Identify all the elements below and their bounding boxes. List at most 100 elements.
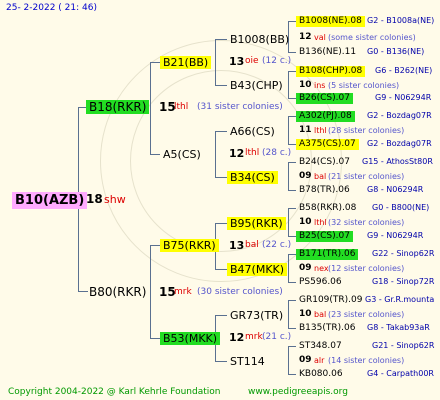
connector-line <box>288 98 296 99</box>
connector-line <box>215 315 227 316</box>
connector-line <box>288 254 289 282</box>
gen4-sisters: (23 sister colonies) <box>328 310 405 319</box>
pedigree-canvas: { "header": {"date": "25- 2-2022 ( 21: 4… <box>0 0 440 400</box>
gen4-mother-ref: G4 - Carpath00R <box>367 369 434 378</box>
connector-line <box>288 144 296 145</box>
gen4-mother-ref: G2 - Bozdag07R <box>367 139 432 148</box>
connector-line <box>288 116 296 117</box>
connector-line <box>288 21 296 22</box>
connector-line <box>288 254 296 255</box>
header-date: 25- 2-2022 ( 21: 46) <box>6 3 97 13</box>
gen3-queen[interactable]: B34(CS) <box>227 171 278 184</box>
connector-line <box>288 208 296 209</box>
gen2-sisters: (21 c.) <box>262 332 292 342</box>
gen4-mother[interactable]: B136(NE).11 <box>296 47 359 58</box>
footer-site[interactable]: www.pedigreeapis.org <box>248 388 348 397</box>
root-queen[interactable]: B10(AZB) <box>12 192 88 209</box>
connector-line <box>150 154 160 155</box>
gen4-mother[interactable]: KB080.06 <box>296 369 346 380</box>
connector-line <box>215 39 216 85</box>
gen2-queen[interactable]: B53(MKK) <box>160 332 221 345</box>
gen4-parent[interactable]: B58(RKR).08 <box>296 203 359 214</box>
gen4-mother[interactable]: PS596.06 <box>296 277 345 288</box>
gen4-count: 11 <box>299 125 312 135</box>
gen4-mother-ref: G8 - N06294R <box>367 185 424 194</box>
gen4-parent-ref: G2 - Bozdag07R <box>367 111 432 120</box>
gen4-parent-ref: G3 - Gr.R.mounta <box>365 295 435 304</box>
connector-line <box>288 374 296 375</box>
gen2-sisters: (22 c.) <box>262 240 292 250</box>
connector-line <box>215 361 227 362</box>
gen4-parent[interactable]: ST348.07 <box>296 341 345 352</box>
gen4-code: ins <box>314 81 326 90</box>
gen4-mother[interactable]: B26(CS).07 <box>296 93 353 104</box>
gen4-count: 12 <box>299 32 312 42</box>
gen4-mother-ref: G0 - B136(NE) <box>367 47 425 56</box>
gen4-count: 09 <box>299 171 312 181</box>
gen4-parent-ref: G21 - Sinop62R <box>372 341 435 350</box>
gen4-parent[interactable]: GR109(TR).09 <box>296 295 366 306</box>
gen4-mother-ref: G8 - Takab93aR <box>367 323 430 332</box>
root-code: shw <box>104 193 126 206</box>
gen3-queen[interactable]: B95(RKR) <box>227 217 286 230</box>
gen3-queen[interactable]: ST114 <box>227 355 268 368</box>
gen2-queen[interactable]: B21(BB) <box>160 56 212 69</box>
gen3-queen[interactable]: GR73(TR) <box>227 309 286 322</box>
gen4-sisters: (12 sister colonies) <box>328 264 405 273</box>
connector-line <box>150 245 160 246</box>
gen4-parent[interactable]: B171(TR).06 <box>296 249 359 260</box>
gen4-parent[interactable]: B108(CHP).08 <box>296 66 366 77</box>
gen1-code: lthl <box>174 102 189 112</box>
connector-line <box>215 223 227 224</box>
gen4-code: bal <box>314 172 327 181</box>
gen3-queen[interactable]: B43(CHP) <box>227 79 286 92</box>
connector-line <box>215 269 227 270</box>
gen4-count: 09 <box>299 355 312 365</box>
connector-line <box>215 131 227 132</box>
gen1-queen[interactable]: B80(RKR) <box>86 285 149 299</box>
gen4-mother[interactable]: B78(TR).06 <box>296 185 353 196</box>
connector-line <box>215 177 227 178</box>
connector-line <box>288 162 289 190</box>
root-count: 18 <box>86 192 103 206</box>
gen4-parent[interactable]: B24(CS).07 <box>296 157 353 168</box>
gen2-count: 13 <box>229 55 245 68</box>
connector-line <box>215 131 216 177</box>
gen4-code: bal <box>314 310 327 319</box>
connector-line <box>288 300 289 328</box>
connector-line <box>288 300 296 301</box>
gen2-code: lthl <box>245 148 260 158</box>
gen4-sisters: (32 sister colonies) <box>328 218 405 227</box>
connector-line <box>288 71 289 99</box>
gen4-parent-ref: G15 - AthosSt80R <box>362 157 433 166</box>
gen4-mother[interactable]: B135(TR).06 <box>296 323 358 334</box>
connector-line <box>288 346 296 347</box>
gen4-code: val <box>314 33 326 42</box>
connector-line <box>288 162 296 163</box>
gen4-parent[interactable]: B1008(NE).08 <box>296 16 365 27</box>
connector-line <box>288 190 296 191</box>
gen3-queen[interactable]: B47(MKK) <box>227 263 288 276</box>
gen4-mother-ref: G9 - N06294R <box>367 231 424 240</box>
gen4-mother[interactable]: A375(CS).07 <box>296 139 359 150</box>
gen2-sisters: (28 c.) <box>262 148 292 158</box>
gen4-code: nex <box>314 264 329 273</box>
gen2-count: 13 <box>229 239 245 252</box>
gen1-queen[interactable]: B18(RKR) <box>86 100 150 114</box>
gen4-parent-ref: G0 - B800(NE) <box>372 203 430 212</box>
gen1-sisters: (30 sister colonies) <box>197 287 283 297</box>
gen4-code: lthl <box>314 218 327 227</box>
gen4-parent[interactable]: A302(PJ).08 <box>296 111 355 122</box>
gen4-mother[interactable]: B25(CS).07 <box>296 231 353 242</box>
gen4-code: alr <box>314 356 325 365</box>
connector-line <box>150 62 151 154</box>
gen4-parent-ref: G22 - Sinop62R <box>372 249 435 258</box>
gen3-queen[interactable]: B1008(BB) <box>227 33 292 46</box>
gen4-parent-ref: G2 - B1008a(NE) <box>367 16 435 25</box>
gen3-queen[interactable]: A66(CS) <box>227 125 278 138</box>
gen4-sisters: (14 sister colonies) <box>328 356 405 365</box>
gen2-count: 12 <box>229 147 245 160</box>
gen2-queen[interactable]: A5(CS) <box>160 148 204 161</box>
connector-line <box>150 62 160 63</box>
gen2-queen[interactable]: B75(RKR) <box>160 239 219 252</box>
